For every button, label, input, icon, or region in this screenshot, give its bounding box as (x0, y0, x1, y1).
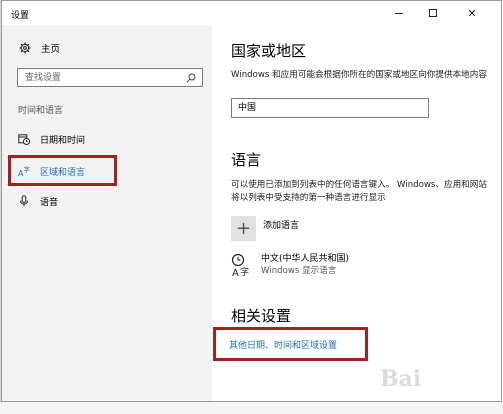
minimize-button[interactable] (382, 1, 416, 25)
close-icon: ✕ (467, 6, 477, 20)
sidebar-item-label: 区域和语言 (40, 167, 86, 178)
close-button[interactable]: ✕ (455, 1, 489, 25)
search-input[interactable] (18, 69, 202, 86)
language-heading: 语言 (231, 151, 262, 169)
calendar-clock-icon (18, 133, 30, 145)
language-entry[interactable]: A字 中文(中华人民共和国) Windows 显示语言 (231, 253, 349, 279)
language-sub-label: Windows 显示语言 (261, 266, 337, 276)
window-title: 设置 (11, 11, 30, 21)
sidebar-item-speech[interactable]: 语音 (18, 193, 58, 209)
settings-window: 设置 ✕ 主页 时间和语言 日期和时间 A字 (1, 0, 502, 402)
sidebar-item-label: 日期和时间 (40, 135, 86, 146)
svg-text:字: 字 (24, 165, 31, 174)
sidebar: 主页 时间和语言 日期和时间 A字 区域和语言 语音 (2, 25, 212, 401)
sidebar-item-home[interactable]: 主页 (19, 41, 60, 55)
svg-text:A: A (232, 268, 239, 279)
search-icon[interactable] (186, 73, 196, 83)
country-dropdown[interactable]: 中国 (231, 98, 429, 118)
language-name: 中文(中华人民共和国) (261, 254, 350, 264)
sidebar-item-region-language[interactable]: A字 区域和语言 (18, 163, 85, 179)
maximize-icon (429, 9, 437, 17)
other-date-time-region-link[interactable]: 其他日期、时间和区域设置 (229, 338, 337, 351)
microphone-icon (18, 195, 30, 207)
plus-icon: + (231, 216, 256, 241)
region-description: Windows 和应用可能会根据你所在的国家或地区向你提供本地内容 (231, 70, 487, 80)
sidebar-item-label: 主页 (41, 44, 61, 55)
background-taskbar-strip (0, 402, 503, 414)
minimize-icon (395, 12, 403, 14)
watermark-logo: Bai (380, 366, 422, 392)
sidebar-item-label: 语音 (40, 197, 59, 208)
add-language-label: 添加语言 (263, 221, 300, 231)
language-description: 可以使用已添加到列表中的任何语言键入。 Windows、应用和网站将以列表中受支… (231, 180, 487, 203)
maximize-button[interactable] (416, 1, 450, 25)
svg-text:字: 字 (240, 266, 249, 278)
region-language-icon: A字 (18, 165, 30, 177)
title-bar: 设置 ✕ (2, 1, 501, 25)
gear-icon (19, 42, 31, 54)
language-display-icon: A字 (231, 253, 253, 279)
region-heading: 国家或地区 (231, 42, 307, 60)
section-label: 时间和语言 (18, 106, 64, 116)
add-language-button[interactable]: + 添加语言 (231, 216, 299, 241)
main-content: 国家或地区 Windows 和应用可能会根据你所在的国家或地区向你提供本地内容 … (212, 25, 501, 401)
related-settings-heading: 相关设置 (231, 307, 292, 325)
sidebar-item-date-time[interactable]: 日期和时间 (18, 131, 85, 147)
search-box[interactable] (17, 68, 203, 87)
